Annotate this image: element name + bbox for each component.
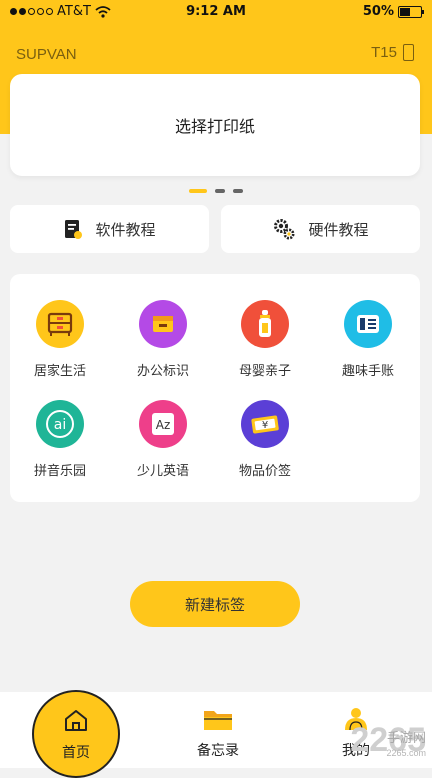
watermark-site: 手游网	[386, 730, 426, 745]
home-icon	[34, 708, 118, 732]
pager-dot	[233, 189, 243, 193]
hardware-tutorial-label: 硬件教程	[308, 220, 369, 239]
status-bar: AT&T 9:12 AM 50%	[0, 0, 432, 24]
svg-text:ai: ai	[54, 417, 66, 433]
carousel-pager	[0, 189, 432, 193]
category-pinyin[interactable]: ai 拼音乐园	[10, 400, 110, 479]
notebook-icon	[344, 300, 392, 348]
battery-icon	[398, 5, 424, 18]
watermark: 2265 手游网 2265.com	[350, 721, 426, 760]
tab-memo-label: 备忘录	[197, 743, 239, 759]
device-selector[interactable]: T15	[371, 44, 414, 61]
category-label: 母婴亲子	[238, 364, 291, 379]
pager-dot-active	[189, 189, 207, 193]
category-label: 拼音乐园	[33, 464, 86, 479]
battery-percent: 50%	[362, 4, 394, 19]
category-label: 物品价签	[238, 464, 291, 479]
category-price-tags[interactable]: ¥ 物品价签	[215, 400, 315, 479]
category-grid: 居家生活 办公标识 母婴亲子 趣味手账 ai 拼音乐园 Az 少儿英语 ¥ 物品…	[10, 274, 420, 502]
pinyin-icon: ai	[36, 400, 84, 448]
tab-memo[interactable]: 备忘录	[178, 706, 258, 760]
bottom-tab-bar: 首页 备忘录 我的 2265 手游网 2265.com	[0, 690, 432, 778]
category-label: 趣味手账	[341, 364, 394, 379]
category-home-life[interactable]: 居家生活	[10, 300, 110, 379]
software-tutorial-button[interactable]: 软件教程	[10, 205, 209, 253]
svg-text:¥: ¥	[262, 420, 268, 431]
device-battery-icon	[403, 44, 414, 61]
select-paper-card[interactable]: 选择打印纸	[10, 74, 420, 176]
pager-dot	[215, 189, 225, 193]
category-mother-baby[interactable]: 母婴亲子	[215, 300, 315, 379]
new-label-button[interactable]: 新建标签	[130, 581, 300, 627]
new-label-text: 新建标签	[184, 595, 245, 614]
hardware-tutorial-button[interactable]: 硬件教程	[221, 205, 420, 253]
battery-status: 50%	[362, 4, 424, 19]
baby-bottle-icon	[241, 300, 289, 348]
category-fun-journal[interactable]: 趣味手账	[318, 300, 418, 379]
select-paper-label: 选择打印纸	[174, 117, 255, 136]
tab-home[interactable]: 首页	[32, 690, 120, 778]
folder-box-icon	[139, 300, 187, 348]
cabinet-icon	[36, 300, 84, 348]
gears-icon	[274, 219, 295, 240]
category-kids-english[interactable]: Az 少儿英语	[113, 400, 213, 479]
watermark-url: 2265.com	[386, 748, 426, 758]
category-label: 办公标识	[136, 364, 189, 379]
category-office-signs[interactable]: 办公标识	[113, 300, 213, 379]
category-label: 居家生活	[33, 364, 86, 379]
folder-icon	[178, 706, 258, 732]
document-icon	[65, 220, 83, 239]
device-name: T15	[371, 44, 397, 61]
svg-text:Az: Az	[156, 418, 171, 432]
price-tag-icon: ¥	[241, 400, 289, 448]
tab-home-label: 首页	[62, 745, 90, 761]
software-tutorial-label: 软件教程	[95, 220, 156, 239]
category-label: 少儿英语	[136, 464, 189, 479]
brand-name: SUPVAN	[16, 46, 77, 63]
english-icon: Az	[139, 400, 187, 448]
